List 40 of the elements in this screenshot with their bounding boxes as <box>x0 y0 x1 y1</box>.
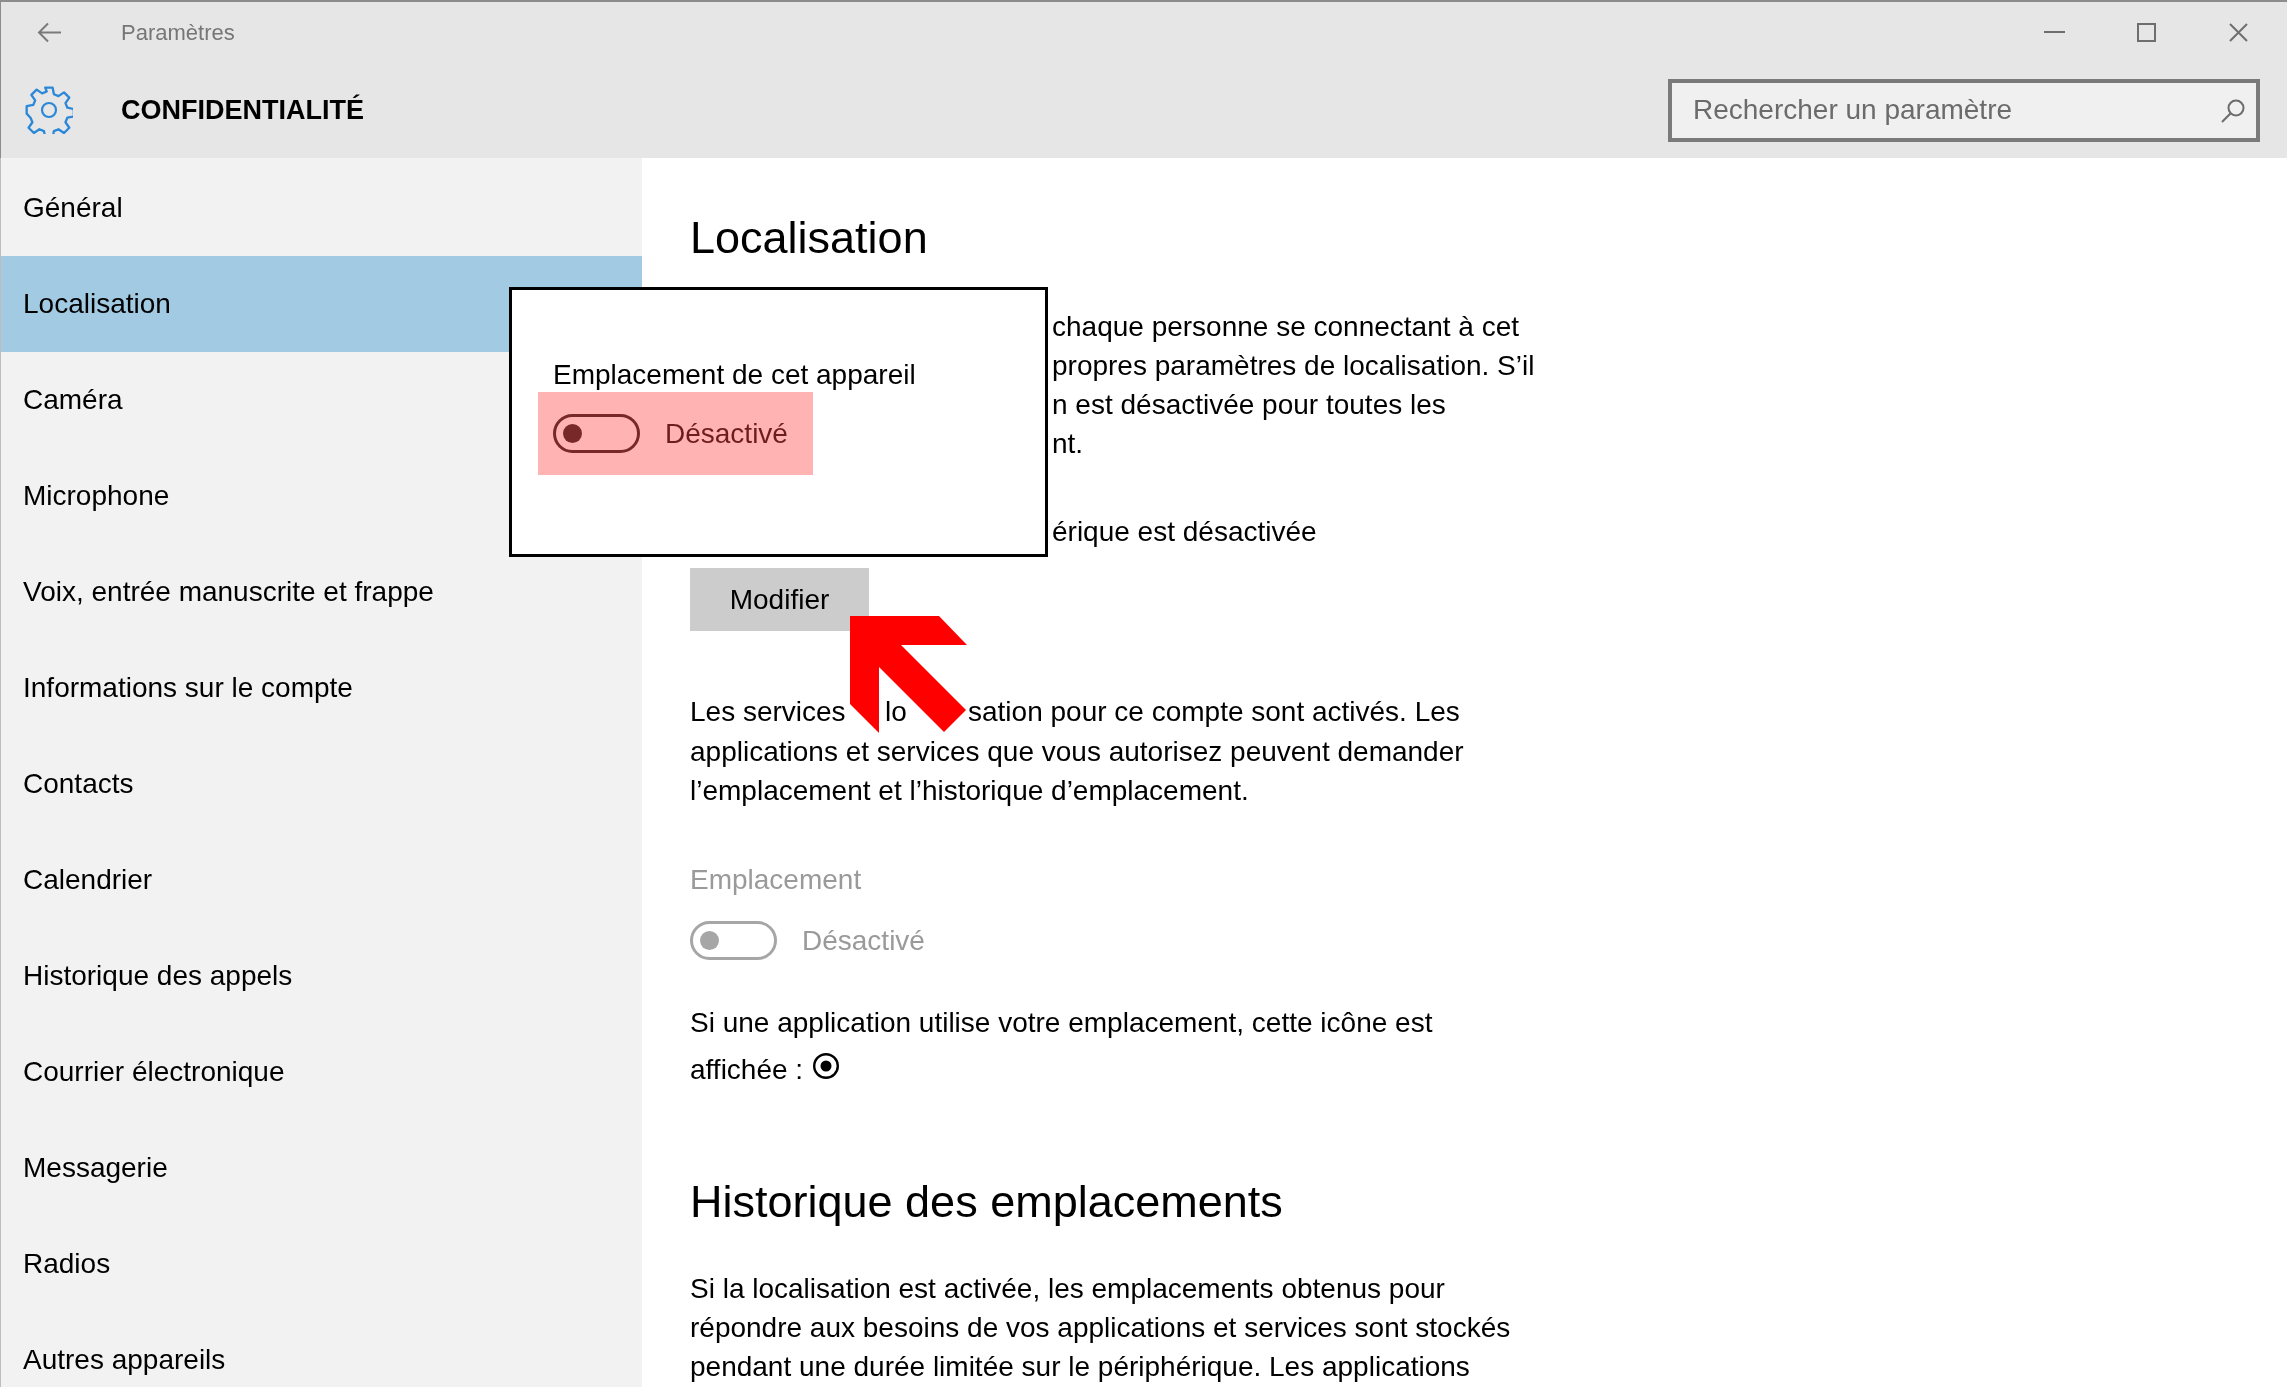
callout-label: Emplacement de cet appareil <box>553 358 916 392</box>
description-text: chaque personne se connectant à cet <box>1052 310 1519 344</box>
back-arrow-icon[interactable] <box>37 21 62 43</box>
toggle-switch[interactable] <box>553 414 640 453</box>
toggle-state-text: Désactivé <box>665 416 788 451</box>
dot-in-circle-icon <box>813 1053 840 1079</box>
window-title: Paramètres <box>121 18 235 47</box>
sidebar-item[interactable]: Radios <box>1 1216 642 1312</box>
sidebar-item[interactable]: Autres appareils <box>1 1312 642 1387</box>
search-field[interactable]: Rechercher un paramètre <box>1668 78 2260 142</box>
description-text: propres paramètres de localisation. S’il <box>1052 349 1535 383</box>
minimize-icon[interactable] <box>2044 30 2065 34</box>
setting-label: Emplacement <box>690 862 862 897</box>
sidebar-item[interactable]: Calendrier <box>1 832 642 928</box>
location-icon-note: affichée : <box>690 1052 804 1087</box>
page-heading: Localisation <box>690 211 928 265</box>
maximize-icon[interactable] <box>2137 22 2156 42</box>
services-text-fragment: sation pour ce compte sont activés. Les <box>968 696 1460 727</box>
history-description: Si la localisation est activée, les emplacements obtenus pour répondre aux besoins de vos applications et services sont stockés pendant une durée limitée sur le périphérique. Les applications <box>690 1271 1512 1384</box>
description-text: nt. <box>1052 427 1084 461</box>
status-text: érique est désactivée <box>1052 515 1317 549</box>
sidebar-item[interactable]: Contacts <box>1 736 642 832</box>
sidebar-item[interactable]: Général <box>1 160 642 256</box>
search-icon[interactable] <box>2221 98 2245 123</box>
services-text-fragment: lo <box>885 696 907 727</box>
services-description: applications et services que vous autorisez peuvent demander l’emplacement et l’historique d’emplacement. <box>690 734 1465 808</box>
close-icon[interactable] <box>2229 22 2248 42</box>
section-title: CONFIDENTIALITÉ <box>121 93 364 127</box>
description-text: n est désactivée pour toutes les <box>1052 388 1446 422</box>
gear-icon <box>25 86 73 134</box>
sidebar-item[interactable]: Messagerie <box>1 1120 642 1216</box>
location-icon-note: Si une application utilise votre emplacement, cette icône est <box>690 1005 1433 1040</box>
sidebar-item[interactable]: Informations sur le compte <box>1 640 642 736</box>
modify-button[interactable]: Modifier <box>690 568 869 631</box>
sidebar-item[interactable]: Courrier électronique <box>1 1024 642 1120</box>
sidebar-item[interactable]: Voix, entrée manuscrite et frappe <box>1 544 642 640</box>
services-text-fragment: Les services <box>690 696 846 727</box>
sidebar-item[interactable]: Historique des appels <box>1 928 642 1024</box>
toggle-state-text: Désactivé <box>802 923 925 958</box>
section-heading: Historique des emplacements <box>690 1174 1283 1229</box>
